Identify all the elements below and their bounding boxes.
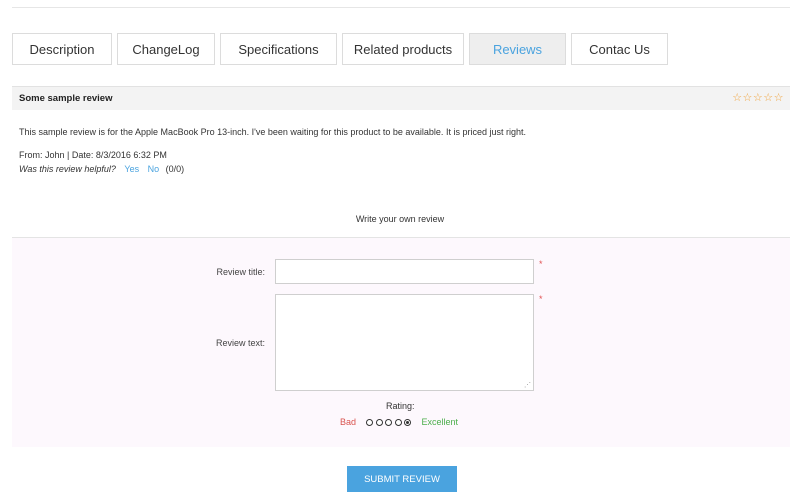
tab-specifications[interactable]: Specifications: [220, 33, 337, 65]
rating-radio-1[interactable]: [366, 418, 374, 426]
submit-review-button[interactable]: SUBMIT REVIEW: [347, 466, 457, 492]
write-review-heading: Write your own review: [355, 214, 445, 224]
rating-radio-2[interactable]: [375, 418, 383, 426]
review-text: This sample review is for the Apple MacB…: [19, 127, 526, 137]
rating-excellent-label: Excellent: [421, 417, 459, 427]
rating-label: Rating:: [386, 401, 415, 411]
review-title-input[interactable]: [275, 259, 534, 284]
star-rating-icon: ☆☆☆☆☆: [732, 92, 784, 104]
review-header: Some sample review ☆☆☆☆☆: [12, 86, 790, 110]
product-tabs: Description ChangeLog Specifications Rel…: [12, 33, 673, 65]
rating-radio-5[interactable]: [404, 418, 412, 426]
helpful-no-link[interactable]: No: [148, 164, 160, 174]
helpful-question: Was this review helpful?: [19, 164, 116, 174]
tab-changelog[interactable]: ChangeLog: [117, 33, 215, 65]
resize-handle-icon[interactable]: ⋰: [524, 382, 531, 389]
top-divider: [12, 7, 790, 8]
review-title-label: Review title:: [216, 267, 265, 277]
tab-related-products[interactable]: Related products: [342, 33, 464, 65]
review-title-required-mark: *: [539, 259, 543, 269]
helpful-yes-link[interactable]: Yes: [124, 164, 139, 174]
helpful-row: Was this review helpful? Yes No (0/0): [19, 164, 184, 174]
rating-radio-4[interactable]: [394, 418, 402, 426]
tab-contact-us[interactable]: Contac Us: [571, 33, 668, 65]
rating-selector: Bad Excellent: [340, 417, 458, 427]
review-text-area[interactable]: ⋰: [275, 294, 534, 391]
review-text-label: Review text:: [215, 338, 265, 348]
tab-description[interactable]: Description: [12, 33, 112, 65]
rating-bad-label: Bad: [340, 417, 357, 427]
rating-radio-3[interactable]: [385, 418, 393, 426]
review-title: Some sample review: [19, 93, 113, 104]
review-meta: From: John | Date: 8/3/2016 6:32 PM: [19, 150, 167, 160]
review-text-required-mark: *: [539, 294, 543, 304]
tab-reviews[interactable]: Reviews: [469, 33, 566, 65]
helpful-count: (0/0): [165, 164, 185, 174]
